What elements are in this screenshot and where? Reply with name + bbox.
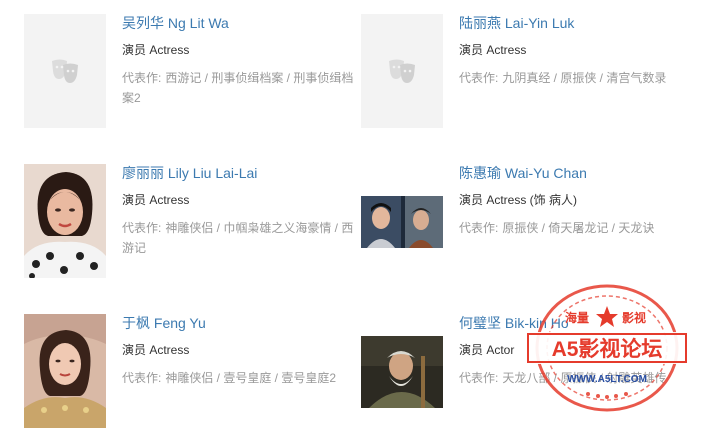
cast-works: 代表作: 原振侠 / 倚天屠龙记 / 天龙诀 <box>459 218 699 238</box>
cast-works: 代表作: 神雕侠侣 / 壹号皇庭 / 壹号皇庭2 <box>122 368 362 388</box>
works-label: 代表作: <box>122 221 162 235</box>
cast-card: 吴列华 Ng Lit Wa 演员 Actress 代表作: 西游记 / 刑事侦缉档… <box>24 14 364 144</box>
cast-name-link[interactable]: 陆丽燕 Lai-Yin Luk <box>459 14 699 34</box>
cast-name-link[interactable]: 何璧坚 Bik-kin Ho <box>459 314 699 334</box>
works-list: 九阴真经 / 原振侠 / 清宫气数录 <box>502 71 667 85</box>
photo-placeholder[interactable] <box>361 14 443 128</box>
cast-name-link[interactable]: 于枫 Feng Yu <box>122 314 362 334</box>
cast-card: 廖丽丽 Lily Liu Lai-Lai 演员 Actress 代表作: 神雕侠侣… <box>24 164 364 294</box>
cast-role: 演员 Actress <box>459 43 527 57</box>
video-still-image <box>361 196 443 248</box>
cast-card: 陈惠瑜 Wai-Yu Chan 演员 Actress (饰 病人) 代表作: 原振… <box>361 164 701 294</box>
actor-photo[interactable] <box>24 164 106 278</box>
cast-card: 于枫 Feng Yu 演员 Actress 代表作: 神雕侠侣 / 壹号皇庭 / … <box>24 314 364 439</box>
actor-photo[interactable] <box>24 314 106 428</box>
theater-masks-icon <box>389 59 415 83</box>
cast-works: 代表作: 神雕侠侣 / 巾帼枭雄之义海豪情 / 西游记 <box>122 218 362 258</box>
works-label: 代表作: <box>122 371 162 385</box>
cast-card: 陆丽燕 Lai-Yin Luk 演员 Actress 代表作: 九阴真经 / 原振… <box>361 14 701 144</box>
cast-role: 演员 Actress <box>122 193 190 207</box>
cast-name-link[interactable]: 吴列华 Ng Lit Wa <box>122 14 362 34</box>
cast-role: 演员 Actress <box>122 43 190 57</box>
cast-works: 代表作: 西游记 / 刑事侦缉档案 / 刑事侦缉档案2 <box>122 68 362 108</box>
cast-name-link[interactable]: 廖丽丽 Lily Liu Lai-Lai <box>122 164 362 184</box>
works-list: 神雕侠侣 / 壹号皇庭 / 壹号皇庭2 <box>165 371 337 385</box>
portrait-image <box>24 314 106 428</box>
works-label: 代表作: <box>459 371 499 385</box>
works-label: 代表作: <box>459 71 499 85</box>
cast-works: 代表作: 九阴真经 / 原振侠 / 清宫气数录 <box>459 68 699 88</box>
cast-card: 何璧坚 Bik-kin Ho 演员 Actor 代表作: 天龙八部 / 原振侠 /… <box>361 314 701 439</box>
works-list: 原振侠 / 倚天屠龙记 / 天龙诀 <box>502 221 655 235</box>
works-list: 天龙八部 / 原振侠 / 射雕英雄传 <box>502 371 667 385</box>
theater-masks-icon <box>52 59 78 83</box>
cast-role: 演员 Actress <box>122 343 190 357</box>
video-still-image <box>361 336 443 408</box>
works-label: 代表作: <box>459 221 499 235</box>
actor-photo[interactable] <box>361 196 443 248</box>
works-label: 代表作: <box>122 71 162 85</box>
cast-role: 演员 Actress (饰 病人) <box>459 193 578 207</box>
actor-photo[interactable] <box>361 336 443 408</box>
portrait-image <box>24 164 106 278</box>
photo-placeholder[interactable] <box>24 14 106 128</box>
cast-role: 演员 Actor <box>459 343 515 357</box>
cast-works: 代表作: 天龙八部 / 原振侠 / 射雕英雄传 <box>459 368 699 388</box>
cast-name-link[interactable]: 陈惠瑜 Wai-Yu Chan <box>459 164 699 184</box>
